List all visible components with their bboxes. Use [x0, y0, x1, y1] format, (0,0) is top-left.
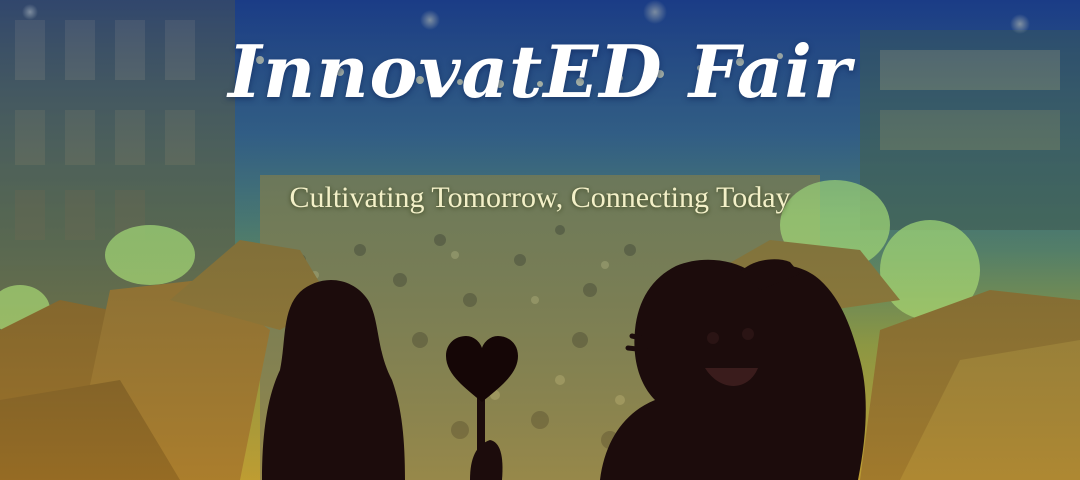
event-tagline: Cultivating Tomorrow, Connecting Today [289, 181, 791, 214]
event-banner: InnovatED Fair Cultivating Tomorrow, Con… [0, 0, 1080, 480]
event-title: InnovatED Fair [228, 29, 852, 114]
